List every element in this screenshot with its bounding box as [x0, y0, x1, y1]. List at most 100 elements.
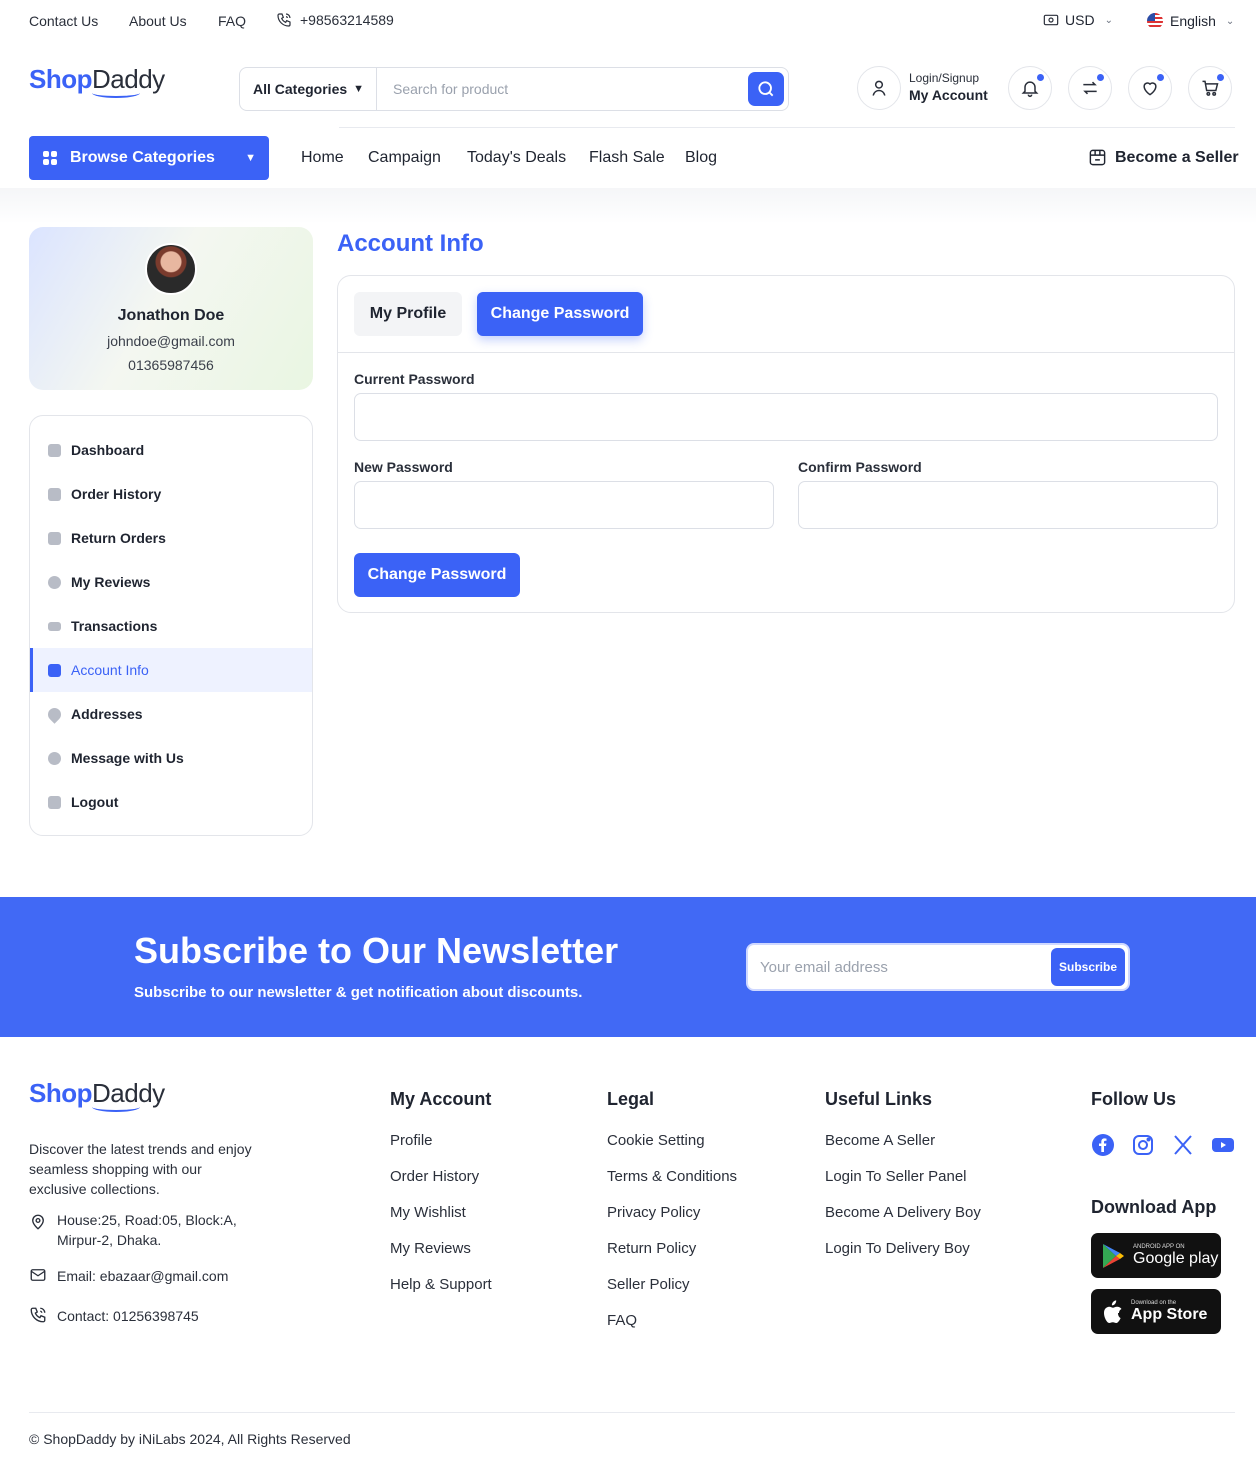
sidebar-item-account-info[interactable]: Account Info [30, 648, 312, 692]
google-play-big-text: Google play [1133, 1249, 1219, 1267]
footer-link-become-seller[interactable]: Become A Seller [825, 1132, 935, 1149]
become-seller-link[interactable]: Become a Seller [1088, 148, 1239, 167]
compare-button[interactable] [1068, 66, 1112, 110]
newsletter-section: Subscribe to Our Newsletter Subscribe to… [0, 897, 1256, 1037]
footer-link-privacy[interactable]: Privacy Policy [607, 1204, 700, 1221]
google-play-button[interactable]: ANDROID APP ON Google play [1091, 1233, 1221, 1278]
nav-campaign[interactable]: Campaign [368, 149, 441, 167]
footer-link-terms[interactable]: Terms & Conditions [607, 1168, 737, 1185]
footer-link-help[interactable]: Help & Support [390, 1276, 492, 1293]
logo-swoosh [92, 1102, 140, 1112]
return-orders-icon [48, 531, 61, 545]
nav-flash-sale[interactable]: Flash Sale [589, 149, 665, 167]
about-us-link[interactable]: About Us [129, 13, 187, 29]
footer-link-order-history[interactable]: Order History [390, 1168, 479, 1185]
search-bar: All Categories ▼ [239, 67, 789, 111]
email-text: Email: ebazaar@gmail.com [57, 1268, 229, 1284]
top-bar: Contact Us About Us FAQ +98563214589 USD… [0, 0, 1256, 44]
profile-phone: 01365987456 [128, 357, 214, 373]
profile-name: Jonathon Doe [117, 307, 225, 324]
user-icon [872, 80, 886, 96]
x-twitter-icon[interactable] [1171, 1133, 1195, 1162]
faq-link[interactable]: FAQ [218, 13, 246, 29]
cart-dot [1216, 73, 1225, 82]
cart-button[interactable] [1188, 66, 1232, 110]
phone-icon [277, 13, 291, 27]
mail-icon [30, 1269, 46, 1281]
header-divider [339, 127, 1235, 128]
become-seller-label: Become a Seller [1115, 148, 1239, 166]
sidebar-item-return-orders[interactable]: Return Orders [30, 516, 312, 560]
sidebar-item-label: Return Orders [71, 530, 166, 546]
new-password-field[interactable] [354, 481, 774, 529]
language-label: English [1170, 13, 1216, 29]
profile-email: johndoe@gmail.com [107, 333, 235, 349]
tab-my-profile[interactable]: My Profile [354, 292, 462, 336]
chevron-down-icon: ⌄ [1225, 15, 1235, 27]
footer-link-delivery-login[interactable]: Login To Delivery Boy [825, 1240, 970, 1257]
sidebar-item-transactions[interactable]: Transactions [30, 604, 312, 648]
category-select-label: All Categories [253, 81, 348, 97]
tab-change-password[interactable]: Change Password [477, 292, 643, 336]
search-input[interactable] [377, 68, 748, 110]
browse-categories-button[interactable]: Browse Categories ▼ [29, 136, 269, 180]
wishlist-dot [1156, 73, 1165, 82]
sidebar-item-logout[interactable]: Logout [30, 780, 312, 824]
footer-link-delivery-boy[interactable]: Become A Delivery Boy [825, 1204, 981, 1221]
wishlist-button[interactable] [1128, 66, 1172, 110]
youtube-icon[interactable] [1211, 1133, 1235, 1162]
search-button[interactable] [748, 72, 784, 106]
tab-bar: My Profile Change Password [338, 276, 1234, 353]
chevron-down-icon: ⌄ [1104, 14, 1113, 26]
location-pin-icon [32, 1214, 44, 1230]
nav-home[interactable]: Home [301, 149, 344, 167]
nav-blog[interactable]: Blog [685, 149, 717, 167]
instagram-icon[interactable] [1131, 1133, 1155, 1162]
footer-link-seller-policy[interactable]: Seller Policy [607, 1276, 690, 1293]
page-title: Account Info [337, 230, 484, 257]
caret-down-icon: ▼ [353, 83, 364, 95]
confirm-password-field[interactable] [798, 481, 1218, 529]
account-menu[interactable]: Login/Signup My Account [909, 71, 988, 103]
phone-contact[interactable]: +98563214589 [276, 12, 394, 28]
newsletter-email-input[interactable] [748, 945, 1051, 989]
sidebar-item-addresses[interactable]: Addresses [30, 692, 312, 736]
currency-selector[interactable]: USD ⌄ [1043, 12, 1113, 28]
sidebar-item-message[interactable]: Message with Us [30, 736, 312, 780]
footer-link-faq[interactable]: FAQ [607, 1312, 637, 1329]
sidebar-item-dashboard[interactable]: Dashboard [30, 428, 312, 472]
sidebar-item-my-reviews[interactable]: My Reviews [30, 560, 312, 604]
sidebar-item-label: Logout [71, 794, 119, 810]
footer-link-wishlist[interactable]: My Wishlist [390, 1204, 466, 1221]
app-store-button[interactable]: Download on the App Store [1091, 1289, 1221, 1334]
nav-todays-deals[interactable]: Today's Deals [467, 149, 566, 167]
order-history-icon [48, 487, 61, 501]
sidebar-item-order-history[interactable]: Order History [30, 472, 312, 516]
account-avatar-button[interactable] [857, 66, 901, 110]
language-selector[interactable]: English ⌄ [1146, 12, 1234, 30]
sidebar-item-label: Order History [71, 486, 162, 502]
dashboard-icon [48, 443, 61, 457]
footer-link-reviews[interactable]: My Reviews [390, 1240, 471, 1257]
account-info-icon [48, 663, 61, 677]
notifications-button[interactable] [1008, 66, 1052, 110]
category-select[interactable]: All Categories ▼ [240, 68, 377, 110]
contact-us-link[interactable]: Contact Us [29, 13, 98, 29]
current-password-field[interactable] [354, 393, 1218, 441]
footer-link-cookie[interactable]: Cookie Setting [607, 1132, 705, 1149]
footer-link-profile[interactable]: Profile [390, 1132, 433, 1149]
change-password-button[interactable]: Change Password [354, 553, 520, 597]
footer-divider [29, 1412, 1235, 1413]
account-sidebar: Dashboard Order History Return Orders My… [29, 415, 313, 836]
logout-icon [48, 795, 61, 809]
currency-label: USD [1065, 12, 1095, 28]
subscribe-button[interactable]: Subscribe [1051, 948, 1125, 986]
search-icon [758, 81, 774, 97]
footer-link-return-policy[interactable]: Return Policy [607, 1240, 696, 1257]
money-icon [1043, 14, 1059, 26]
footer-col-title-account: My Account [390, 1089, 492, 1109]
facebook-icon[interactable] [1091, 1133, 1115, 1162]
compare-dot [1096, 73, 1105, 82]
notification-dot [1036, 73, 1045, 82]
footer-link-seller-panel[interactable]: Login To Seller Panel [825, 1168, 967, 1185]
